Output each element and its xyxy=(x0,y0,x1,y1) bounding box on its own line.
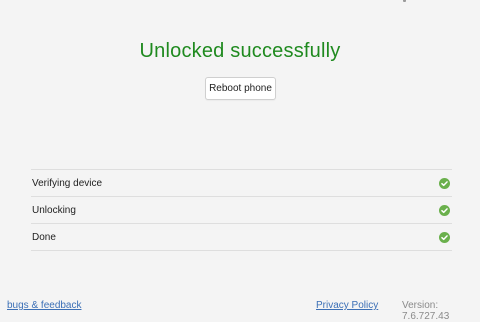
progress-steps-list: Verifying device Unlocking Done xyxy=(31,169,452,251)
privacy-policy-link[interactable]: Privacy Policy xyxy=(316,300,378,311)
step-done: Done xyxy=(31,224,452,251)
window-corner-mark xyxy=(403,0,406,2)
bugs-feedback-link[interactable]: bugs & feedback xyxy=(7,300,82,311)
reboot-phone-button[interactable]: Reboot phone xyxy=(205,77,276,100)
step-label: Done xyxy=(32,231,56,243)
step-label: Unlocking xyxy=(32,204,76,216)
version-text: Version: 7.6.727.43 xyxy=(402,300,450,322)
check-circle-icon xyxy=(439,204,450,216)
check-circle-icon xyxy=(439,177,450,189)
step-label: Verifying device xyxy=(32,177,103,189)
check-circle-icon xyxy=(439,231,450,243)
step-unlocking: Unlocking xyxy=(31,197,452,224)
step-verifying-device: Verifying device xyxy=(31,170,452,197)
status-title: Unlocked successfully xyxy=(139,40,341,62)
